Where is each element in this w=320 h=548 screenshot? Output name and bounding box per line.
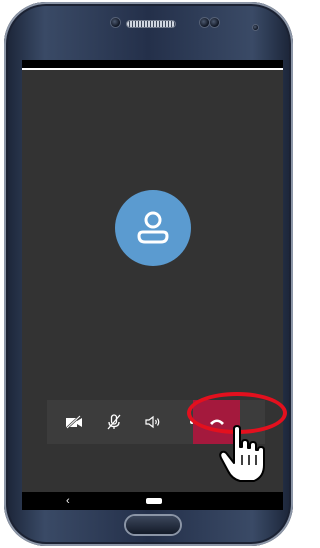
- sensor-left: [200, 18, 209, 27]
- video-off-icon: [66, 415, 82, 429]
- speaker-button[interactable]: [135, 400, 173, 444]
- pointer-hand-icon: [219, 425, 265, 482]
- proximity-sensor: [253, 25, 258, 30]
- sensor-right: [210, 18, 219, 27]
- navigation-bar: ‹: [22, 492, 283, 510]
- earpiece-speaker: [127, 21, 175, 27]
- person-icon: [137, 211, 169, 244]
- caller-avatar: [115, 190, 191, 266]
- mic-off-icon: [107, 414, 121, 430]
- mute-button[interactable]: [95, 400, 133, 444]
- front-camera: [111, 18, 120, 27]
- video-toggle-button[interactable]: [55, 400, 93, 444]
- physical-home-button[interactable]: [126, 516, 180, 534]
- status-bar: [22, 60, 283, 68]
- nav-home-button[interactable]: [146, 498, 162, 504]
- nav-back-button[interactable]: ‹: [66, 492, 70, 510]
- speaker-icon: [145, 415, 160, 429]
- status-bar-divider: [22, 68, 283, 70]
